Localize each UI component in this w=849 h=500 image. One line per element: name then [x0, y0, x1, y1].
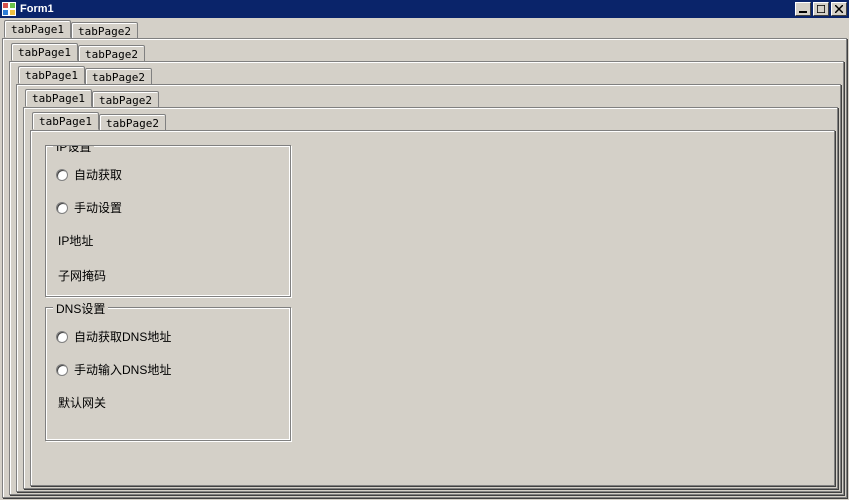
- tabbody-3: tabPage1 tabPage2 tabPage1 tabPage2 IP设置: [16, 84, 841, 492]
- radio-icon: [56, 331, 68, 343]
- tab-label: tabPage2: [78, 25, 131, 38]
- tabstrip-1: tabPage1 tabPage2: [4, 20, 847, 38]
- dns-manual-label: 手动输入DNS地址: [74, 361, 171, 378]
- radio-icon: [56, 202, 68, 214]
- tabstrip-5: tabPage1 tabPage2: [32, 112, 835, 130]
- tab-page1-l5[interactable]: tabPage1: [32, 112, 99, 130]
- radio-icon: [56, 169, 68, 181]
- ip-auto-label: 自动获取: [74, 166, 122, 183]
- tab-label: tabPage1: [25, 69, 78, 82]
- tabstrip-4: tabPage1 tabPage2: [25, 89, 838, 107]
- dns-auto-label: 自动获取DNS地址: [74, 328, 171, 345]
- tabstrip-3: tabPage1 tabPage2: [18, 66, 841, 84]
- tab-page1-l3[interactable]: tabPage1: [18, 66, 85, 84]
- tab-page2-l4[interactable]: tabPage2: [92, 91, 159, 107]
- tab-page2-l2[interactable]: tabPage2: [78, 45, 145, 61]
- default-gateway-label: 默认网关: [58, 394, 280, 411]
- ip-auto-row[interactable]: 自动获取: [56, 166, 280, 183]
- tabbody-2: tabPage1 tabPage2 tabPage1 tabPage2 tabP…: [9, 61, 844, 495]
- radio-icon: [56, 364, 68, 376]
- tabstrip-2: tabPage1 tabPage2: [11, 43, 844, 61]
- tab-label: tabPage2: [106, 117, 159, 130]
- tab-page2-l5[interactable]: tabPage2: [99, 114, 166, 130]
- tabbody-1: tabPage1 tabPage2 tabPage1 tabPage2 tabP…: [2, 38, 847, 498]
- subnet-label: 子网掩码: [58, 267, 280, 284]
- ip-manual-row[interactable]: 手动设置: [56, 199, 280, 216]
- tab-label: tabPage2: [99, 94, 152, 107]
- tab-label: tabPage1: [32, 92, 85, 105]
- maximize-button[interactable]: [813, 2, 829, 16]
- window-controls: [795, 2, 847, 16]
- tabbody-4: tabPage1 tabPage2 IP设置 自动获取: [23, 107, 838, 489]
- dns-manual-row[interactable]: 手动输入DNS地址: [56, 361, 280, 378]
- tabbody-5: IP设置 自动获取 手动设置 IP地址 子网掩码: [30, 130, 835, 486]
- tab-page1-l1[interactable]: tabPage1: [4, 20, 71, 38]
- tab-label: tabPage2: [85, 48, 138, 61]
- tab-label: tabPage1: [18, 46, 71, 59]
- dns-settings-group: DNS设置 自动获取DNS地址 手动输入DNS地址 默认网关: [45, 307, 291, 441]
- tab-label: tabPage1: [11, 23, 64, 36]
- client-area: tabPage1 tabPage2 tabPage1 tabPage2 tabP…: [0, 18, 849, 500]
- titlebar: Form1: [0, 0, 849, 18]
- tab-page1-l4[interactable]: tabPage1: [25, 89, 92, 107]
- ip-settings-legend: IP设置: [53, 145, 94, 155]
- tab-page2-l1[interactable]: tabPage2: [71, 22, 138, 38]
- app-icon: [2, 2, 16, 16]
- ip-address-label: IP地址: [58, 232, 280, 249]
- dns-settings-legend: DNS设置: [53, 300, 108, 317]
- tab-page2-l3[interactable]: tabPage2: [85, 68, 152, 84]
- dns-auto-row[interactable]: 自动获取DNS地址: [56, 328, 280, 345]
- close-button[interactable]: [831, 2, 847, 16]
- tab-label: tabPage1: [39, 115, 92, 128]
- tab-page1-l2[interactable]: tabPage1: [11, 43, 78, 61]
- minimize-button[interactable]: [795, 2, 811, 16]
- window-title: Form1: [20, 3, 795, 15]
- tab-label: tabPage2: [92, 71, 145, 84]
- ip-settings-group: IP设置 自动获取 手动设置 IP地址 子网掩码: [45, 145, 291, 297]
- ip-manual-label: 手动设置: [74, 199, 122, 216]
